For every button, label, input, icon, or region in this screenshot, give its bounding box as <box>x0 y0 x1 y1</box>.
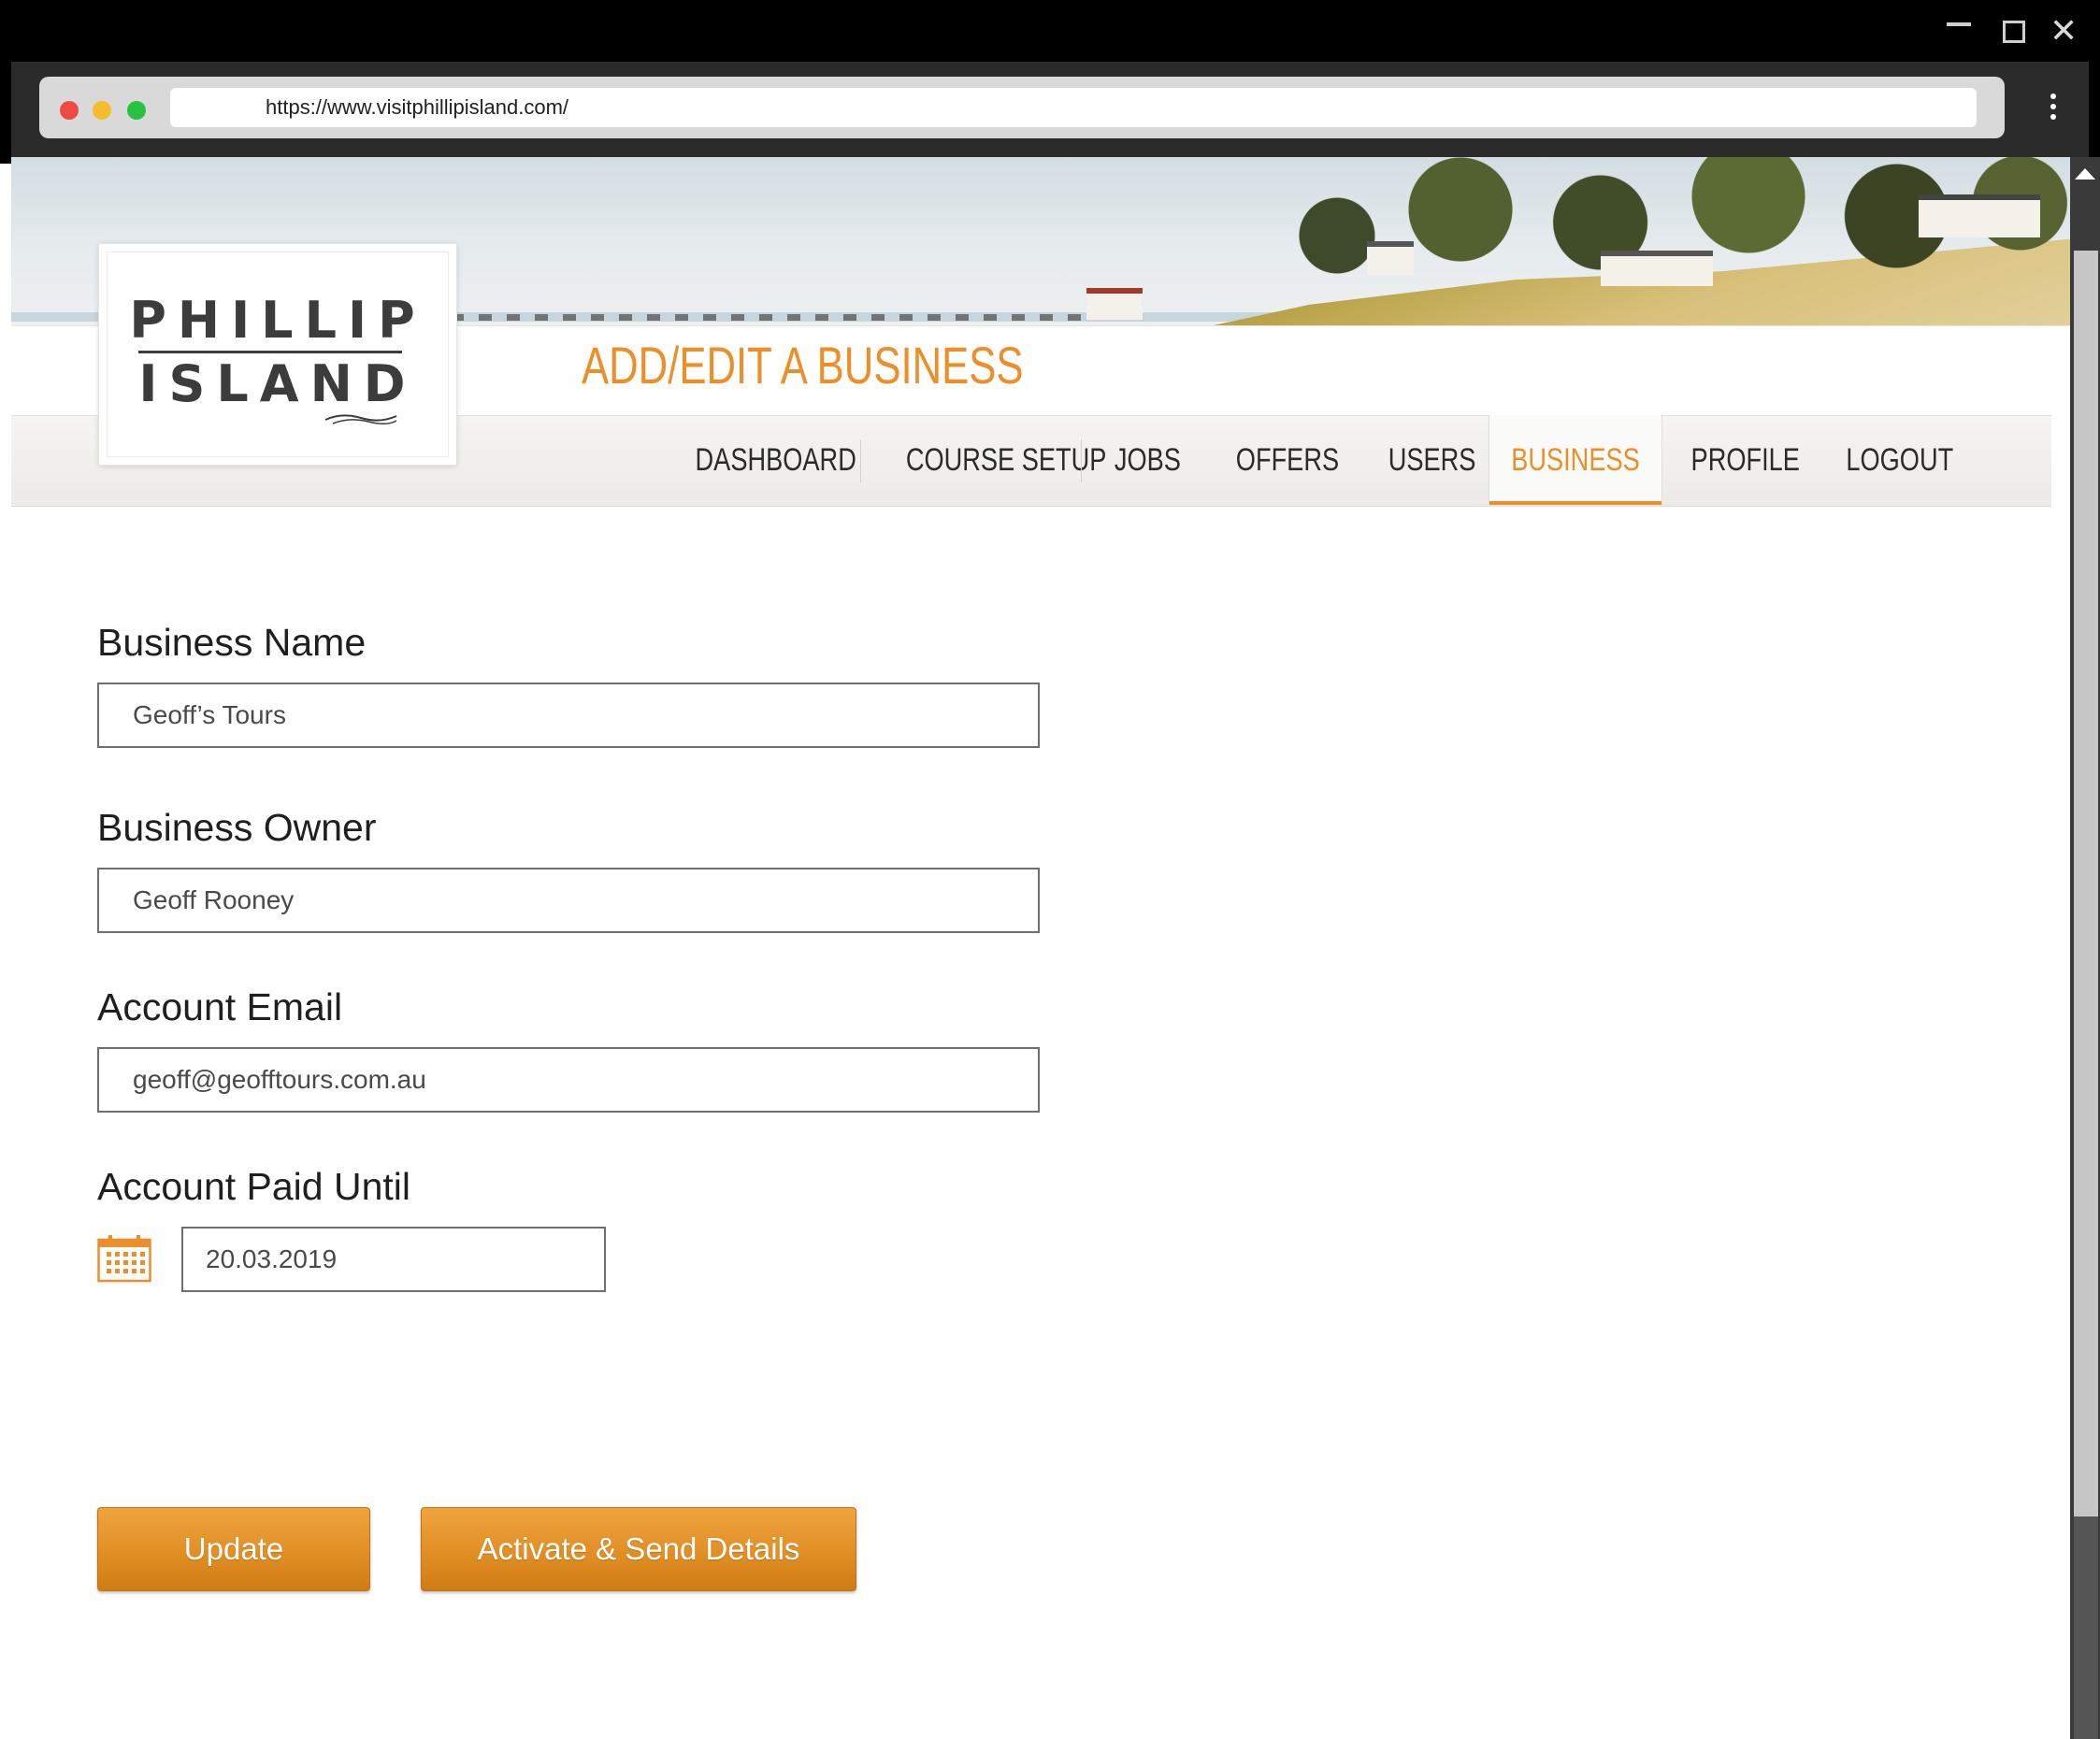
logo[interactable]: PHILLIP ISLAND <box>99 244 456 465</box>
update-button[interactable]: Update <box>97 1507 370 1591</box>
business-owner-label: Business Owner <box>97 806 377 849</box>
nav-item-business[interactable]: BUSINESS <box>1489 415 1662 505</box>
calendar-icon[interactable] <box>97 1234 151 1283</box>
maximize-icon[interactable] <box>2003 21 2025 43</box>
business-name-input[interactable] <box>97 683 1040 748</box>
logo-line-2: ISLAND <box>138 354 417 413</box>
url-text: https://www.visitphillipisland.com/ <box>266 95 569 119</box>
scrollbar-track-lower <box>2074 1516 2098 1739</box>
address-bar[interactable]: https://www.visitphillipisland.com/ <box>170 88 1977 127</box>
nav-item-offers[interactable]: OFFERS <box>1217 415 1358 505</box>
account-paid-until-label: Account Paid Until <box>97 1165 411 1208</box>
nav-item-profile[interactable]: PROFILE <box>1666 415 1825 505</box>
scroll-up-icon[interactable] <box>2075 168 2095 180</box>
page-title: ADD/EDIT A BUSINESS <box>582 336 1024 395</box>
kebab-menu-icon[interactable] <box>2050 93 2057 122</box>
nav-item-course-setup[interactable]: COURSE SETUP <box>881 415 1107 505</box>
zoom-dot-icon[interactable] <box>127 101 146 120</box>
business-name-label: Business Name <box>97 621 367 664</box>
activate-send-details-button[interactable]: Activate & Send Details <box>421 1507 856 1591</box>
nav-item-logout[interactable]: LOGOUT <box>1816 415 1984 505</box>
page: ADD/EDIT A BUSINESS DASHBOARD COURSE SET… <box>11 157 2070 1739</box>
browser-toolbar: https://www.visitphillipisland.com/ <box>39 77 2005 138</box>
nav-item-dashboard[interactable]: DASHBOARD <box>675 415 875 505</box>
nav-item-jobs[interactable]: JOBS <box>1096 415 1199 505</box>
account-paid-until-input[interactable] <box>181 1227 606 1292</box>
scrollbar-thumb[interactable] <box>2074 251 2098 1516</box>
nav-item-users[interactable]: USERS <box>1367 415 1498 505</box>
minimize-dot-icon[interactable] <box>93 101 111 120</box>
logo-line-1: PHILLIP <box>129 291 426 350</box>
business-owner-input[interactable] <box>97 868 1040 933</box>
wave-icon <box>324 414 397 424</box>
close-dot-icon[interactable] <box>60 101 79 120</box>
account-email-label: Account Email <box>97 985 343 1028</box>
account-email-input[interactable] <box>97 1047 1040 1113</box>
close-icon[interactable]: ✕ <box>2050 13 2078 50</box>
minimize-icon[interactable] <box>1947 22 1971 26</box>
